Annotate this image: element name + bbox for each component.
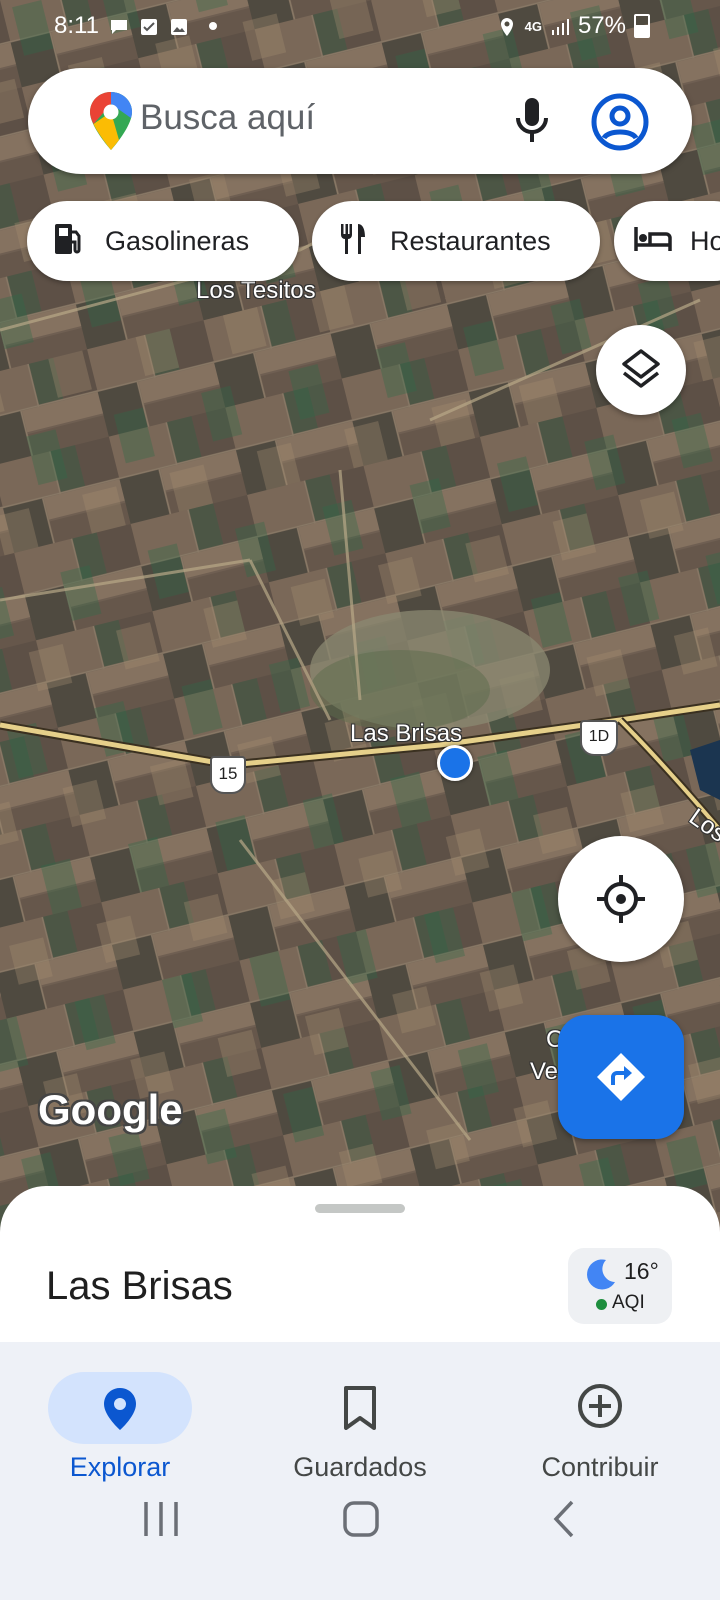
chat-notification-icon xyxy=(109,16,129,36)
recent-apps-icon[interactable] xyxy=(142,1500,180,1543)
home-icon[interactable] xyxy=(342,1500,380,1543)
chip-gasolineras[interactable]: Gasolineras xyxy=(27,201,299,281)
location-pin-icon xyxy=(102,1386,138,1437)
map-label-ve[interactable]: Ve xyxy=(530,1058,558,1086)
directions-icon xyxy=(596,1052,646,1107)
nav-explorar-label: Explorar xyxy=(69,1452,171,1482)
account-icon[interactable] xyxy=(590,92,650,157)
layers-button[interactable] xyxy=(596,325,686,415)
chip-hoteles[interactable]: Ho xyxy=(614,201,720,281)
microphone-icon[interactable] xyxy=(512,96,552,149)
chip-restaurantes-label: Restaurantes xyxy=(390,225,551,256)
status-bar: 8:11 4G 57% xyxy=(0,0,720,52)
maps-logo-icon xyxy=(88,90,134,157)
hotel-icon xyxy=(634,225,672,258)
gallery-notification-icon xyxy=(169,16,189,36)
weather-aqi: AQI xyxy=(612,1292,645,1313)
current-location-dot[interactable] xyxy=(437,745,473,781)
layers-icon xyxy=(620,347,662,398)
map-label-los-tesitos[interactable]: Los Tesitos xyxy=(196,277,316,305)
nav-explorar[interactable]: Explorar xyxy=(0,1356,240,1496)
map-label-las-brisas[interactable]: Las Brisas xyxy=(350,720,462,748)
nav-contribuir[interactable]: Contribuir xyxy=(480,1356,720,1496)
nav-contribuir-label: Contribuir xyxy=(541,1452,659,1482)
road-shield-1d-label: 1D xyxy=(588,728,610,745)
place-sheet[interactable]: Las Brisas 16° AQI xyxy=(0,1186,720,1342)
back-icon[interactable] xyxy=(550,1500,580,1543)
gas-station-icon xyxy=(53,222,83,261)
location-status-icon xyxy=(497,16,517,36)
restaurant-icon xyxy=(338,222,368,261)
road-shield-1d: 1D xyxy=(580,720,618,756)
moon-icon xyxy=(582,1256,618,1297)
battery-percent: 57% xyxy=(577,12,626,39)
sheet-drag-handle[interactable] xyxy=(315,1204,405,1213)
road-shield-15-label: 15 xyxy=(218,764,238,783)
checkbox-notification-icon xyxy=(139,16,159,36)
network-type: 4G xyxy=(524,18,542,34)
battery-icon xyxy=(634,14,650,38)
weather-chip[interactable]: 16° AQI xyxy=(568,1248,672,1324)
bottom-navigation: Explorar Guardados Contribuir xyxy=(0,1342,720,1600)
search-bar[interactable]: Busca aquí xyxy=(28,68,692,174)
signal-icon xyxy=(550,16,570,36)
my-location-button[interactable] xyxy=(558,836,684,962)
aqi-status-dot xyxy=(596,1299,607,1310)
dot-notification-icon xyxy=(208,22,217,30)
bookmark-icon xyxy=(342,1386,378,1435)
status-time: 8:11 xyxy=(54,12,99,39)
place-title: Las Brisas xyxy=(46,1264,233,1308)
chip-hoteles-label: Ho xyxy=(690,225,720,256)
weather-temp: 16° xyxy=(624,1258,659,1284)
chip-gasolineras-label: Gasolineras xyxy=(105,225,250,256)
search-input[interactable]: Busca aquí xyxy=(140,98,315,138)
road-shield-15: 15 xyxy=(210,756,246,794)
directions-button[interactable] xyxy=(558,1015,684,1139)
google-watermark: Google xyxy=(38,1086,183,1133)
nav-guardados-label: Guardados xyxy=(293,1452,427,1482)
add-circle-icon xyxy=(576,1382,624,1435)
chip-restaurantes[interactable]: Restaurantes xyxy=(312,201,600,281)
my-location-icon xyxy=(595,873,647,930)
nav-guardados[interactable]: Guardados xyxy=(240,1356,480,1496)
